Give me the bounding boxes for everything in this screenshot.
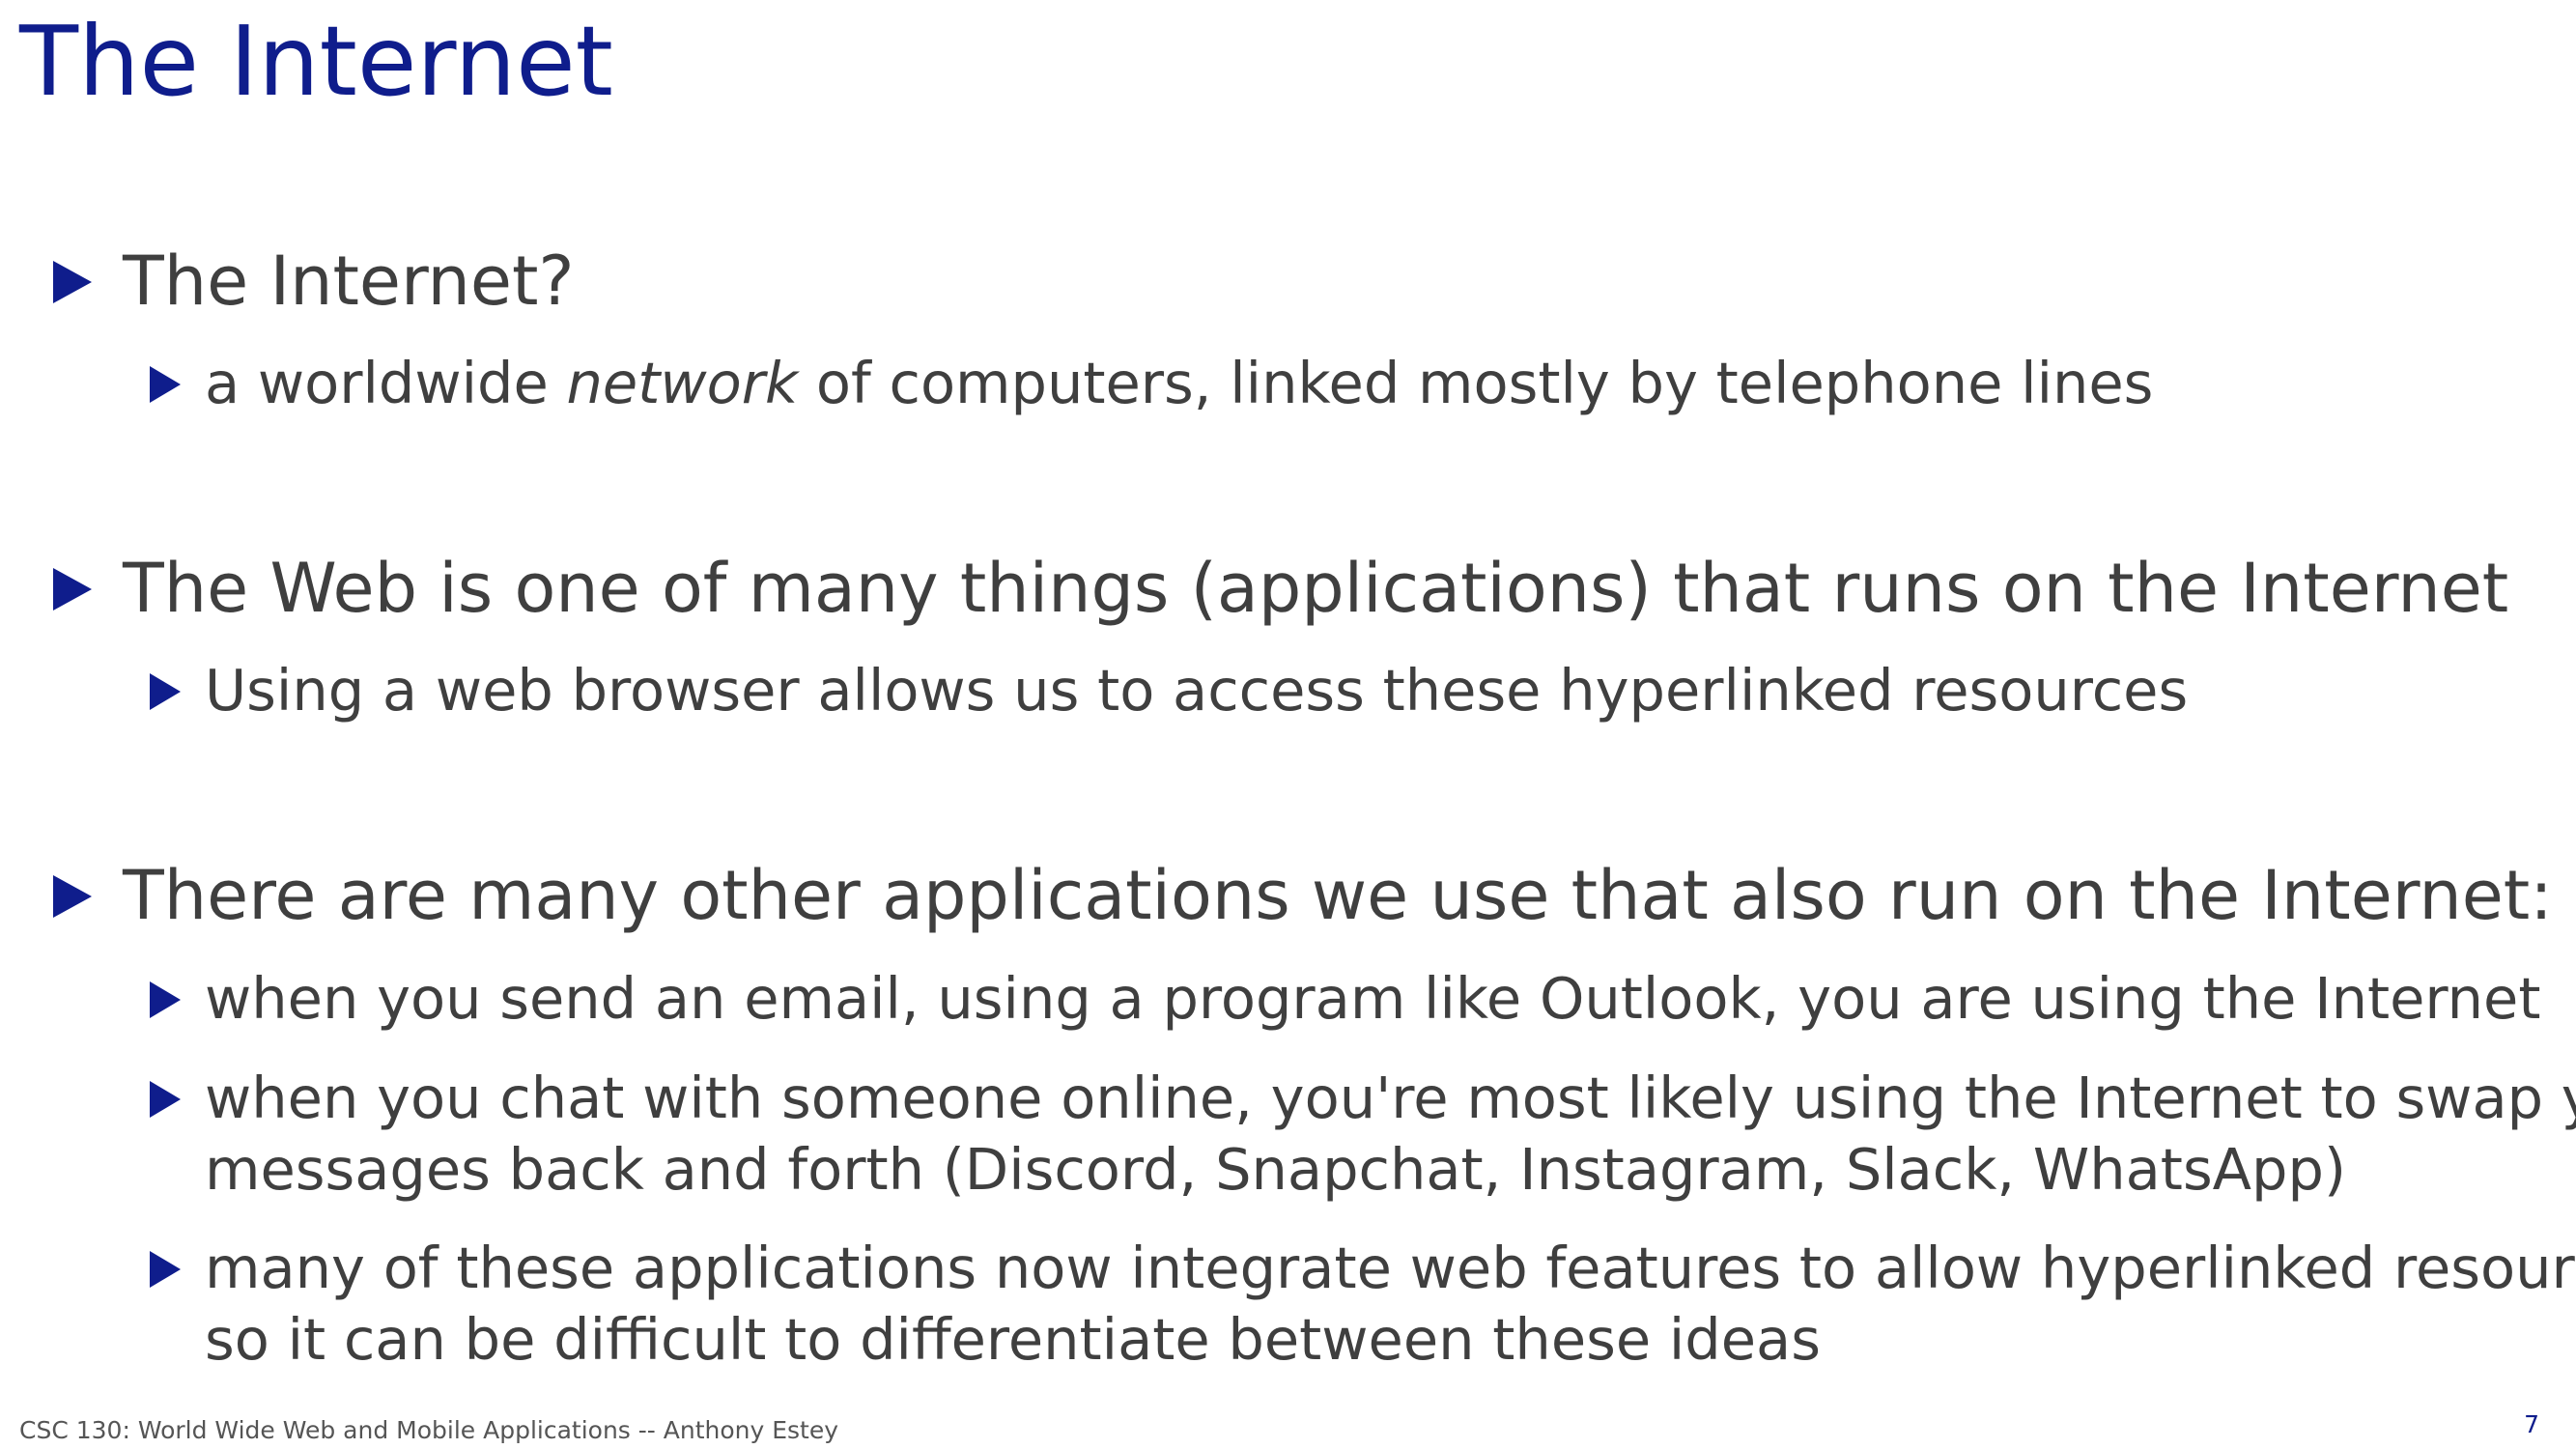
sub-bullet-network-definition: a worldwide network of computers, linked… xyxy=(150,348,2153,419)
footer-course-info: CSC 130: World Wide Web and Mobile Appli… xyxy=(19,1416,839,1444)
triangle-right-icon xyxy=(53,568,92,611)
bullet-the-internet: The Internet? xyxy=(53,242,575,321)
triangle-right-icon xyxy=(53,261,92,303)
text-line: many of these applications now integrate… xyxy=(205,1235,2576,1301)
sub-bullet-text: when you chat with someone online, you'r… xyxy=(205,1063,2576,1206)
text-segment: a worldwide xyxy=(205,350,567,416)
sub-bullet-text: Using a web browser allows us to access … xyxy=(205,657,2189,724)
sub-bullet-integration: many of these applications now integrate… xyxy=(150,1233,2576,1376)
sub-bullet-web-browser: Using a web browser allows us to access … xyxy=(150,655,2188,726)
page-number: 7 xyxy=(2524,1410,2539,1438)
triangle-right-icon xyxy=(150,1081,181,1118)
sub-bullet-text: many of these applications now integrate… xyxy=(205,1233,2576,1376)
text-line: so it can be difficult to differentiate … xyxy=(205,1306,1821,1373)
text-line: when you chat with someone online, you'r… xyxy=(205,1065,2576,1131)
bullet-text: The Web is one of many things (applicati… xyxy=(123,549,2509,628)
text-line: messages back and forth (Discord, Snapch… xyxy=(205,1136,2346,1203)
sub-bullet-chat: when you chat with someone online, you'r… xyxy=(150,1063,2576,1206)
triangle-right-icon xyxy=(150,366,181,403)
bullet-other-applications: There are many other applications we use… xyxy=(53,856,2553,935)
triangle-right-icon xyxy=(150,673,181,710)
triangle-right-icon xyxy=(150,1251,181,1288)
sub-bullet-email: when you send an email, using a program … xyxy=(150,963,2540,1035)
triangle-right-icon xyxy=(53,875,92,918)
slide-title: The Internet xyxy=(19,5,613,118)
text-segment: of computers, linked mostly by telephone… xyxy=(798,350,2154,416)
bullet-text: There are many other applications we use… xyxy=(123,856,2553,935)
bullet-text: The Internet? xyxy=(123,242,575,321)
triangle-right-icon xyxy=(150,981,181,1018)
sub-bullet-text: when you send an email, using a program … xyxy=(205,965,2541,1032)
sub-bullet-text: a worldwide network of computers, linked… xyxy=(205,348,2153,419)
emphasis-text: network xyxy=(566,350,799,416)
bullet-web-application: The Web is one of many things (applicati… xyxy=(53,549,2508,628)
